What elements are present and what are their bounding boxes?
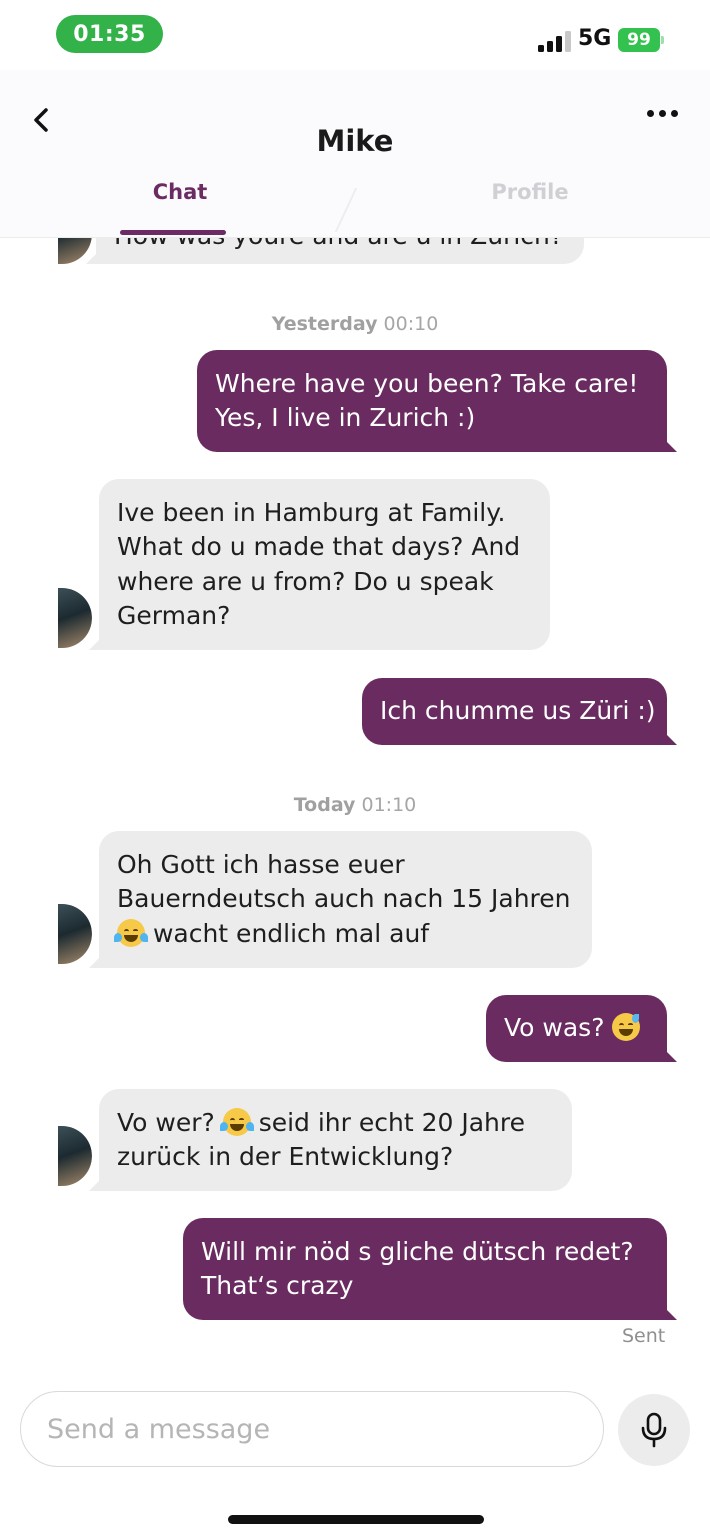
status-bar: 01:35 5G 99 <box>0 0 710 70</box>
date-separator: Today 01:10 <box>0 794 710 816</box>
message-line: Will mir nöd s gliche dütsch redet? <box>201 1236 634 1266</box>
delivery-status: Sent <box>622 1325 666 1347</box>
message-line: Yes, I live in Zurich :) <box>215 403 476 432</box>
message-line: zurück in der Entwicklung? <box>117 1142 454 1171</box>
message-incoming[interactable]: Oh Gott ich hasse euer Bauerndeutsch auc… <box>89 831 592 968</box>
more-dot-icon <box>646 109 654 117</box>
home-indicator <box>228 1515 484 1524</box>
message-composer: Send a message <box>0 1370 710 1536</box>
voice-message-button[interactable] <box>618 1394 690 1466</box>
grinning-face-with-sweat-icon <box>612 1013 641 1042</box>
battery-level: 99 <box>618 28 660 52</box>
date-separator-day: Today <box>293 794 356 816</box>
message-line: Oh Gott ich hasse euer <box>117 849 405 879</box>
message-incoming[interactable]: Ive been in Hamburg at Family. What do u… <box>89 479 550 650</box>
message-outgoing[interactable]: Will mir nöd s gliche dütsch redet? That… <box>183 1218 677 1320</box>
battery-icon: 99 <box>618 28 664 52</box>
message-line: Vo wer? <box>117 1107 215 1137</box>
message-line: Ich chumme us Züri :) <box>380 696 656 726</box>
avatar[interactable] <box>24 900 92 968</box>
date-separator-day: Yesterday <box>271 313 378 335</box>
message-line: where are u from? Do u speak <box>117 566 494 596</box>
message-line: Ive been in Hamburg at Family. <box>117 497 506 527</box>
tab-chat[interactable]: Chat <box>120 180 240 204</box>
page-title: Mike <box>316 124 394 158</box>
avatar[interactable] <box>24 1122 92 1190</box>
more-options-button[interactable] <box>640 100 684 126</box>
message-outgoing[interactable]: Where have you been? Take care! Yes, I l… <box>197 350 677 452</box>
active-tab-indicator <box>120 230 226 235</box>
date-separator-time: 01:10 <box>361 794 417 816</box>
microphone-icon <box>641 1412 667 1448</box>
avatar[interactable] <box>24 584 92 652</box>
message-line: Where have you been? Take care! <box>215 368 639 398</box>
message-outgoing[interactable]: Vo was? <box>486 995 677 1062</box>
message-input-placeholder: Send a message <box>47 1413 271 1445</box>
message-line: German? <box>117 601 231 630</box>
signal-icon <box>538 30 572 52</box>
date-separator-time: 00:10 <box>383 313 439 335</box>
message-line: wacht endlich mal auf <box>152 918 430 948</box>
message-line: Bauerndeutsch auch nach 15 Jahren <box>117 884 571 914</box>
message-input[interactable]: Send a message <box>20 1391 604 1467</box>
message-line: What do u made that days? And <box>117 532 521 561</box>
message-line: Vo was? <box>504 1013 605 1043</box>
face-with-tears-of-joy-icon <box>219 1107 254 1136</box>
status-time: 01:35 <box>56 15 163 53</box>
message-outgoing[interactable]: Ich chumme us Züri :) <box>362 678 677 745</box>
message-line: seid ihr echt 20 Jahre <box>258 1107 525 1137</box>
tab-profile[interactable]: Profile <box>470 180 590 204</box>
message-line: That‘s crazy <box>201 1271 354 1300</box>
face-with-tears-of-joy-icon <box>114 918 148 947</box>
date-separator: Yesterday 00:10 <box>0 313 710 335</box>
network-type: 5G <box>578 26 612 51</box>
chat-header: Mike Chat Profile <box>0 70 710 238</box>
message-incoming[interactable]: Vo wer? seid ihr echt 20 Jahre zurück in… <box>89 1089 572 1191</box>
tab-divider <box>334 188 358 232</box>
